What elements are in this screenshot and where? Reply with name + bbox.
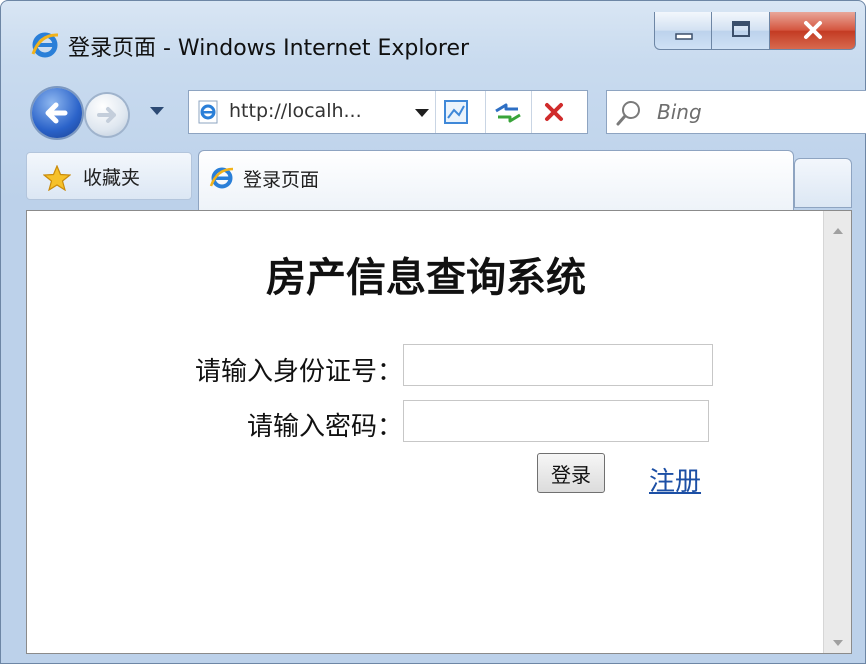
browser-window: 登录页面 - Windows Internet Explorer http://… (0, 0, 866, 664)
id-number-label: 请输入身份证号： (194, 357, 403, 387)
forward-arrow-icon (97, 107, 116, 123)
close-button[interactable] (770, 12, 856, 50)
ie-logo-icon (30, 30, 60, 60)
vertical-scrollbar[interactable] (823, 211, 851, 653)
favorites-star-icon (42, 164, 72, 192)
address-dropdown-icon[interactable] (414, 105, 430, 119)
stop-icon (545, 103, 563, 121)
close-icon (804, 21, 822, 39)
register-link[interactable]: 注册 (649, 461, 701, 498)
back-arrow-icon (45, 102, 68, 124)
compatibility-view-button[interactable] (435, 91, 476, 133)
recent-pages-dropdown-icon[interactable] (148, 103, 166, 117)
password-input[interactable] (403, 400, 709, 442)
ie-logo-icon (209, 165, 235, 191)
favorites-label: 收藏夹 (83, 167, 141, 189)
address-text[interactable]: http://localh... (229, 100, 362, 122)
login-button[interactable]: 登录 (537, 453, 605, 493)
id-number-input[interactable] (403, 344, 713, 386)
minimize-button[interactable] (654, 12, 712, 50)
address-bar[interactable]: http://localh... (188, 90, 588, 134)
refresh-icon (495, 103, 521, 123)
compatibility-view-icon (444, 100, 468, 124)
stop-button[interactable] (531, 91, 576, 133)
minimize-icon (675, 33, 693, 40)
forward-button[interactable] (86, 94, 128, 136)
page-title: 房产信息查询系统 (266, 254, 586, 301)
password-label: 请输入密码： (246, 412, 403, 442)
tab-label: 登录页面 (243, 169, 320, 191)
refresh-button[interactable] (485, 91, 530, 133)
maximize-button[interactable] (712, 12, 770, 50)
favorites-button[interactable]: 收藏夹 (26, 152, 192, 200)
maximize-icon (732, 21, 750, 37)
tab-login-page[interactable]: 登录页面 (198, 150, 794, 210)
search-box[interactable]: Bing (606, 90, 866, 134)
caption-buttons (654, 12, 860, 52)
scroll-down-arrow-icon[interactable] (831, 633, 845, 646)
page-content: 房产信息查询系统 请输入身份证号： 请输入密码： 登录 注册 (26, 210, 852, 654)
window-title: 登录页面 - Windows Internet Explorer (68, 36, 470, 61)
search-placeholder[interactable]: Bing (657, 100, 702, 124)
new-tab-button[interactable] (794, 158, 852, 208)
scroll-up-arrow-icon[interactable] (831, 221, 845, 234)
page-icon (197, 100, 221, 124)
back-button[interactable] (32, 88, 82, 138)
search-icon[interactable] (615, 99, 643, 127)
